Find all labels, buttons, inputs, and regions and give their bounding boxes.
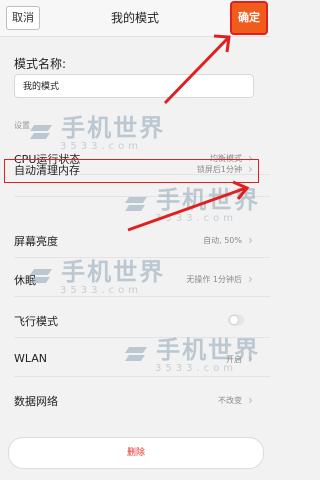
chevron-right-icon: › [248, 352, 253, 366]
setting-value: 不改变 [218, 396, 242, 405]
setting-value: 开启 [226, 355, 242, 364]
mode-name-input[interactable]: 我的模式 [14, 74, 254, 98]
settings-section-label: 设置 [14, 121, 30, 130]
setting-label: 数据网络 [14, 395, 58, 408]
watermark-text: 手机世界 [156, 186, 261, 214]
mode-name-label: 模式名称: [14, 57, 67, 71]
confirm-button[interactable]: 确定 [232, 3, 266, 33]
chevron-right-icon: › [248, 272, 253, 286]
delete-button[interactable]: 删除 [8, 437, 264, 469]
setting-value: 无操作 1分钟后 [186, 275, 242, 284]
setting-value: 锁屏后1分钟 [196, 165, 242, 174]
watermark-subtext: 3533.com [155, 212, 237, 224]
divider [14, 196, 270, 197]
setting-label: 自动清理内存 [14, 164, 80, 177]
chevron-right-icon: › [248, 393, 253, 407]
setting-row-mobile-data[interactable]: 数据网络 不改变 › [0, 385, 270, 416]
page-title: 我的模式 [110, 11, 159, 25]
setting-value: 自动, 50% [203, 236, 242, 245]
arrow-to-auto-clean [127, 180, 250, 232]
divider [14, 257, 270, 258]
divider [14, 376, 270, 377]
divider [14, 296, 270, 297]
chevron-right-icon: › [248, 233, 253, 247]
setting-label: 飞行模式 [14, 315, 58, 328]
setting-row-wlan[interactable]: WLAN 开启 › [0, 344, 270, 375]
watermark: 手机世界 3533.com [125, 180, 260, 224]
chevron-right-icon: › [248, 162, 253, 176]
watermark-text: 手机世界 [61, 114, 166, 142]
watermark-logo-icon [30, 124, 52, 139]
watermark-logo-icon [125, 196, 147, 211]
setting-label: 休眠 [14, 274, 36, 287]
setting-row-auto-clean-memory[interactable]: 自动清理内存 锁屏后1分钟 › [0, 154, 270, 185]
setting-label: 屏幕亮度 [14, 235, 58, 248]
setting-row-brightness[interactable]: 屏幕亮度 自动, 50% › [0, 225, 270, 256]
setting-row-sleep[interactable]: 休眠 无操作 1分钟后 › [0, 264, 270, 295]
top-bar: 取消 我的模式 确定 [0, 0, 270, 37]
setting-row-airplane-mode[interactable]: 飞行模式 [0, 305, 270, 336]
setting-label: WLAN [14, 352, 48, 365]
airplane-mode-toggle[interactable] [228, 314, 244, 326]
divider [14, 337, 270, 338]
